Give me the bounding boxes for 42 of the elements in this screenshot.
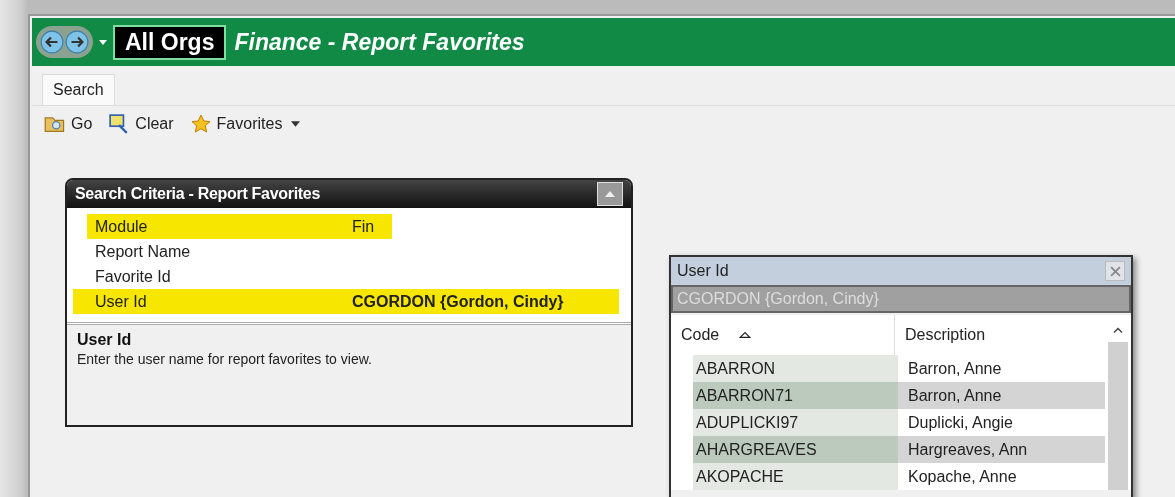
field-value[interactable]: Fin [346,214,392,239]
sort-icon [739,331,752,339]
favorites-button[interactable]: Favorites [187,112,303,136]
field-label: Favorite Id [94,266,172,287]
caret-icon[interactable] [99,39,107,45]
criteria-row[interactable]: Module Fin [87,214,619,239]
back-icon[interactable] [40,30,64,54]
field-label: Report Name [94,241,192,262]
go-button[interactable]: Go [42,112,95,136]
caret-icon [291,121,301,127]
criteria-row[interactable]: User Id CGORDON {Gordon, Cindy} [73,289,619,314]
help-title: User Id [77,331,133,349]
window-title: Finance - Report Favorites [234,28,525,56]
help-text: Enter the user name for report favorites to view. [77,351,373,367]
field-value[interactable]: CGORDON {Gordon, Cindy} [346,289,619,314]
collapse-icon [605,191,615,197]
scroll-up-icon[interactable] [1113,327,1123,334]
table-cell: Hargreaves, Ann [898,436,1105,463]
star-icon [189,114,212,134]
field-label: Module [87,214,346,239]
table-cell: ADUPLICKI97 [693,409,898,436]
tab[interactable]: Search [42,74,115,105]
table-cell: AHARGREAVES [693,436,898,463]
table-cell: AKOPACHE [693,463,898,490]
close-button[interactable] [1105,261,1125,281]
criteria-row[interactable]: Favorite Id [87,264,619,289]
folder-icon [44,114,66,134]
table-cell-text: Barron, Anne [907,358,1003,379]
clear-button[interactable]: Clear [106,112,176,136]
criteria-row[interactable]: Report Name [87,239,619,264]
popup-title: User Id [677,262,729,280]
collapse-button[interactable] [597,182,623,206]
table-cell: Barron, Anne [898,382,1105,409]
close-icon [1109,265,1121,277]
table-cell-text: Duplicki, Angie [907,412,1014,433]
table-cell-text: Kopache, Anne [907,466,1018,487]
forward-icon[interactable] [65,30,89,54]
column-header[interactable]: Description [895,326,986,344]
panel-title: Search Criteria - Report Favorites [75,185,320,203]
org-selector[interactable]: All Orgs [113,24,227,60]
table-cell: ABARRON [693,355,898,382]
table-cell: ABARRON71 [693,382,898,409]
